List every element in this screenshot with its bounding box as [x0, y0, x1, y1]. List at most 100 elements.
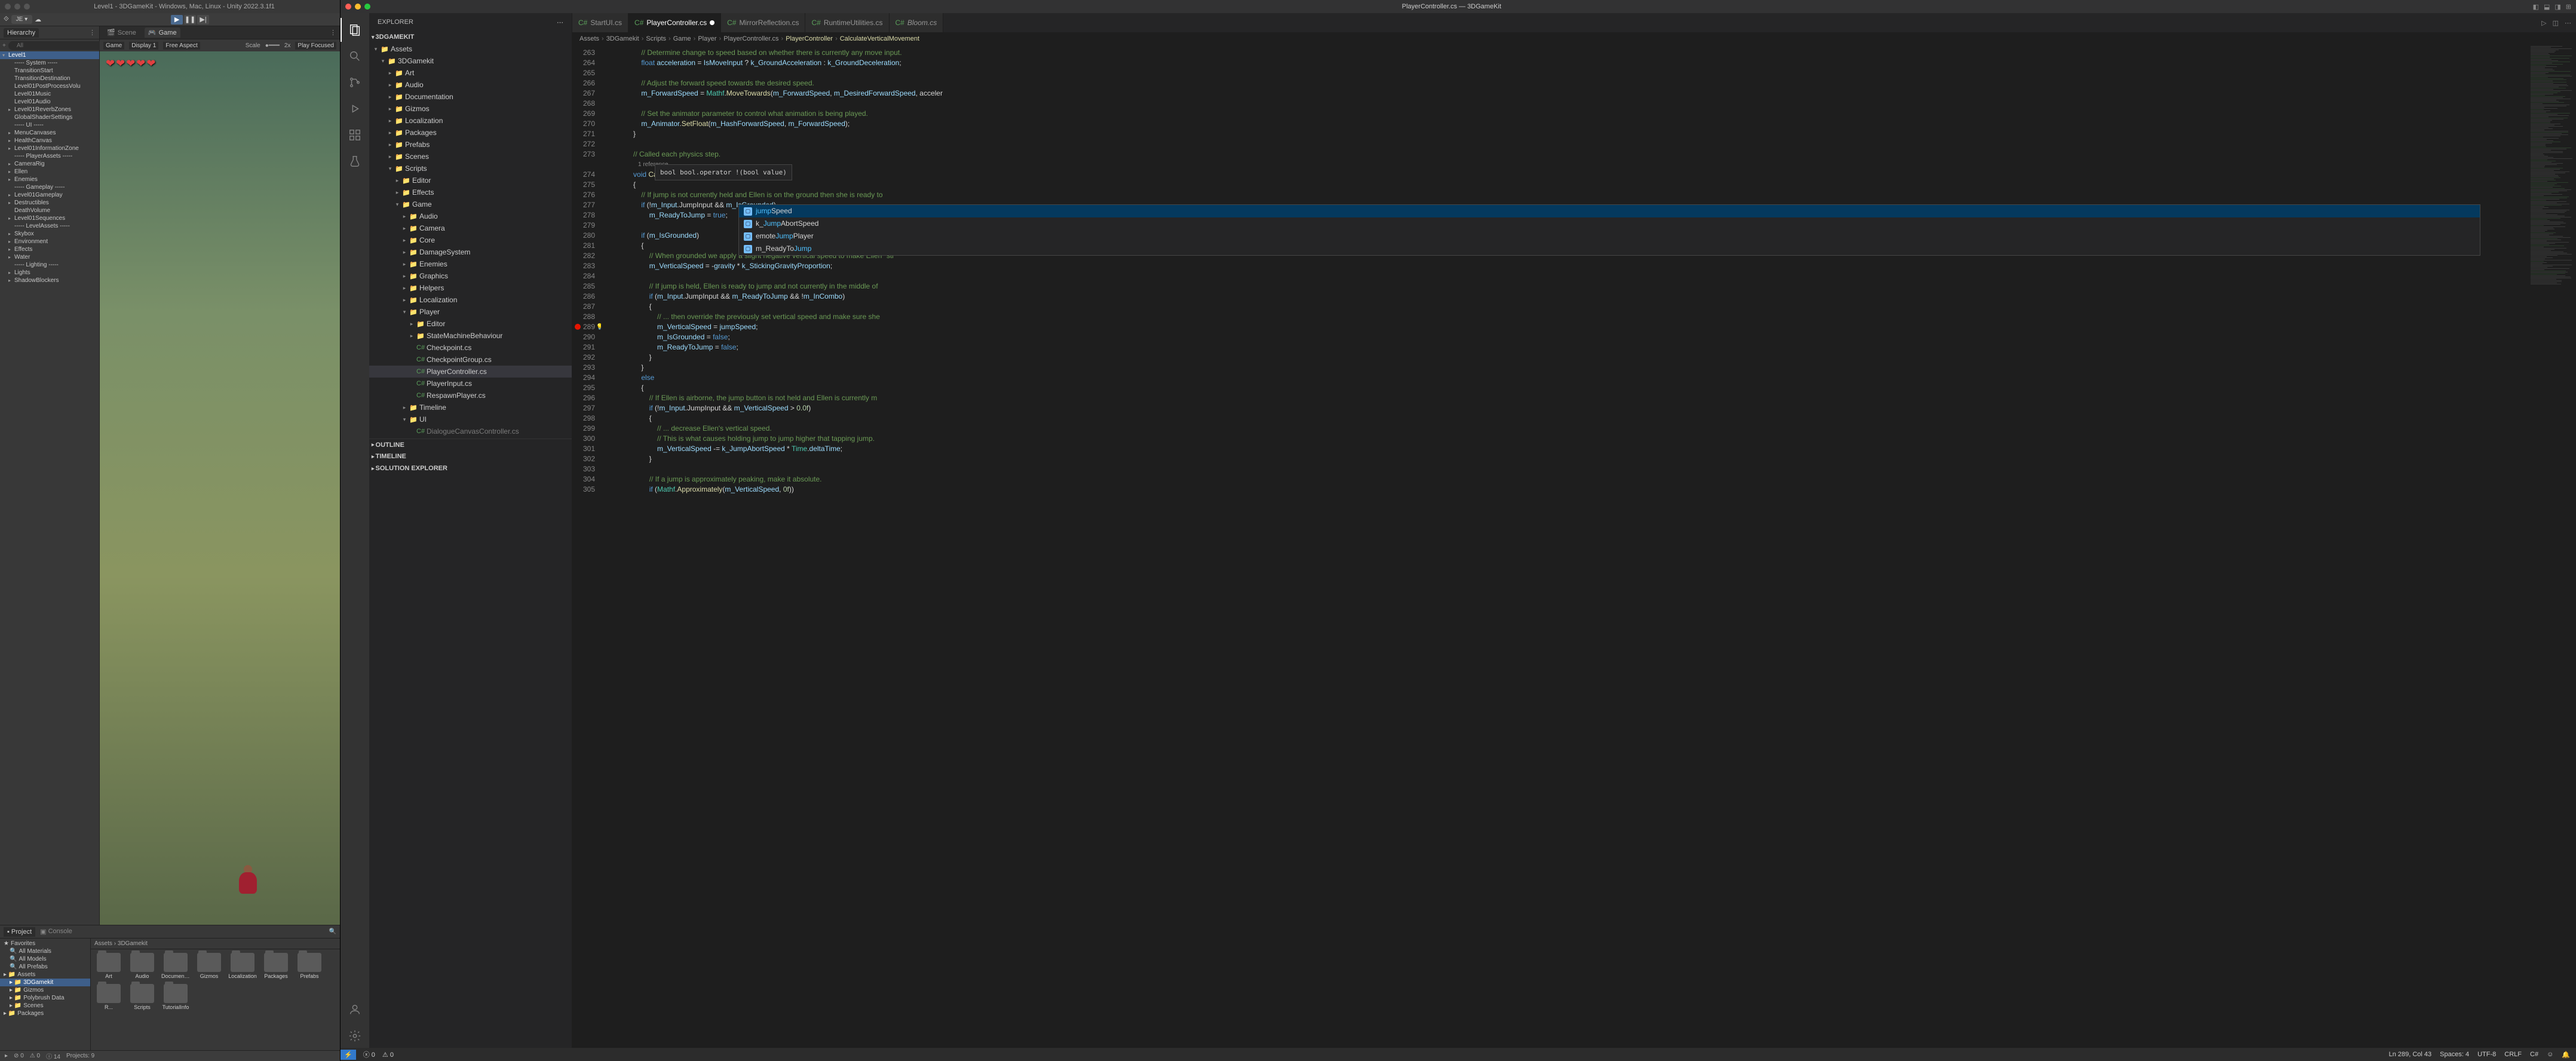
- hierarchy-node[interactable]: TransitionStart: [0, 67, 99, 75]
- project-breadcrumb[interactable]: Assets › 3DGamekit: [91, 939, 340, 949]
- folder-node[interactable]: ▸📁Helpers: [369, 282, 572, 294]
- suggestion-item[interactable]: ▢m_ReadyToJump: [739, 243, 2480, 255]
- error-count[interactable]: ⊘ 0: [14, 1053, 24, 1059]
- hierarchy-node[interactable]: GlobalShaderSettings: [0, 114, 99, 121]
- hierarchy-node[interactable]: ▸MenuCanvases: [0, 129, 99, 137]
- timeline-section[interactable]: TIMELINE: [376, 453, 406, 460]
- code-content[interactable]: // Determine change to speed based on wh…: [601, 45, 2528, 1048]
- breadcrumb-item[interactable]: PlayerController.cs: [723, 35, 778, 42]
- debug-icon[interactable]: [341, 97, 369, 121]
- project-folder[interactable]: Art: [94, 953, 123, 979]
- project-folder[interactable]: Document...: [161, 953, 190, 979]
- breadcrumb-item[interactable]: Game: [673, 35, 691, 42]
- project-folder[interactable]: R...: [94, 984, 123, 1010]
- folder-node[interactable]: ▸📁StateMachineBehaviour: [369, 330, 572, 342]
- file-node[interactable]: C#CheckpointGroup.cs: [369, 354, 572, 366]
- editor-tab[interactable]: C#StartUI.cs: [572, 13, 628, 32]
- layout-bottom-icon[interactable]: ⬓: [2544, 3, 2550, 11]
- layout-left-icon[interactable]: ◧: [2533, 3, 2539, 11]
- hierarchy-node[interactable]: ▸Destructibles: [0, 199, 99, 207]
- history-icon[interactable]: ⟐: [4, 16, 9, 23]
- eol[interactable]: CRLF: [2504, 1051, 2522, 1059]
- layout-full-icon[interactable]: ⊞: [2566, 3, 2571, 11]
- hierarchy-node[interactable]: ▸Level01ReverbZones: [0, 106, 99, 114]
- folder-node[interactable]: ▾📁UI: [369, 413, 572, 425]
- file-node[interactable]: C#PlayerInput.cs: [369, 378, 572, 390]
- folder-node[interactable]: ▸📁Graphics: [369, 270, 572, 282]
- project-tree-node[interactable]: ★Favorites: [0, 940, 90, 947]
- folder-node[interactable]: ▾📁3DGamekit: [369, 55, 572, 67]
- hierarchy-node[interactable]: Level01PostProcessVolu: [0, 82, 99, 90]
- folder-node[interactable]: ▸📁Documentation: [369, 91, 572, 103]
- folder-node[interactable]: ▸📁Localization: [369, 115, 572, 127]
- hierarchy-node[interactable]: ----- Gameplay -----: [0, 183, 99, 191]
- encoding[interactable]: UTF-8: [2477, 1051, 2496, 1059]
- layout-right-icon[interactable]: ◨: [2554, 3, 2560, 11]
- hierarchy-node[interactable]: ▸Level01Sequences: [0, 214, 99, 222]
- problems-errors[interactable]: ⓧ 0: [363, 1050, 375, 1059]
- line-gutter[interactable]: 263264265266267268269270271272273 274275…: [572, 45, 601, 1048]
- hierarchy-node[interactable]: ----- LevelAssets -----: [0, 222, 99, 230]
- scene-tab[interactable]: 🎬 Scene: [103, 27, 140, 38]
- hierarchy-node[interactable]: ▸ShadowBlockers: [0, 277, 99, 284]
- workspace-root[interactable]: 3DGAMEKIT: [376, 33, 415, 41]
- notifications-icon[interactable]: 🔔: [2562, 1051, 2570, 1059]
- project-folder[interactable]: TutorialInfo: [161, 984, 190, 1010]
- scm-icon[interactable]: [341, 70, 369, 94]
- folder-node[interactable]: ▾📁Scripts: [369, 162, 572, 174]
- file-node[interactable]: C#DialogueCanvasController.cs: [369, 425, 572, 437]
- suggestion-item[interactable]: ▢jumpSpeed: [739, 205, 2480, 217]
- breadcrumb-item[interactable]: PlayerController: [786, 35, 833, 42]
- pause-button[interactable]: ❚❚: [184, 15, 196, 24]
- extensions-icon[interactable]: [341, 123, 369, 147]
- language-mode[interactable]: C#: [2530, 1051, 2538, 1059]
- run-icon[interactable]: ▷: [2541, 19, 2546, 27]
- suggestion-item[interactable]: ▢emoteJumpPlayer: [739, 230, 2480, 243]
- play-button[interactable]: ▶: [171, 15, 183, 24]
- file-node[interactable]: C#PlayerController.cs: [369, 366, 572, 378]
- folder-node[interactable]: ▸📁Packages: [369, 127, 572, 139]
- project-tree-node[interactable]: ▸ 📁Polybrush Data: [0, 994, 90, 1002]
- hierarchy-node[interactable]: ----- System -----: [0, 59, 99, 67]
- folder-node[interactable]: ▸📁Gizmos: [369, 103, 572, 115]
- cursor-position[interactable]: Ln 289, Col 43: [2389, 1051, 2432, 1059]
- info-count[interactable]: ⓘ 14: [46, 1051, 60, 1060]
- folder-node[interactable]: ▸📁Art: [369, 67, 572, 79]
- editor-tab[interactable]: C#PlayerController.cs: [628, 13, 721, 32]
- project-grid[interactable]: ArtAudioDocument...GizmosLocalizationPac…: [91, 949, 340, 1050]
- project-tree-node[interactable]: 🔍All Prefabs: [0, 963, 90, 971]
- folder-node[interactable]: ▸📁DamageSystem: [369, 246, 572, 258]
- folder-node[interactable]: ▾📁Game: [369, 198, 572, 210]
- project-tree-node[interactable]: 🔍All Materials: [0, 947, 90, 955]
- indent-setting[interactable]: Spaces: 4: [2440, 1051, 2469, 1059]
- file-tree[interactable]: ▾📁Assets▾📁3DGamekit▸📁Art▸📁Audio▸📁Documen…: [369, 43, 572, 437]
- warning-count[interactable]: ⚠ 0: [30, 1053, 40, 1059]
- search-icon[interactable]: [341, 44, 369, 68]
- account-icon[interactable]: [341, 998, 369, 1022]
- folder-node[interactable]: ▸📁Scenes: [369, 151, 572, 162]
- hierarchy-node[interactable]: ▸Lights: [0, 269, 99, 277]
- folder-node[interactable]: ▸📁Effects: [369, 186, 572, 198]
- add-icon[interactable]: +: [2, 42, 6, 49]
- editor-tabs[interactable]: C#StartUI.csC#PlayerController.csC#Mirro…: [572, 13, 2576, 32]
- hierarchy-tab[interactable]: Hierarchy: [4, 28, 39, 38]
- file-node[interactable]: C#RespawnPlayer.cs: [369, 390, 572, 401]
- game-view[interactable]: ❤❤❤❤❤: [100, 51, 340, 925]
- step-button[interactable]: ▶|: [197, 15, 209, 24]
- project-folder[interactable]: Prefabs: [295, 953, 324, 979]
- project-tree-node[interactable]: 🔍All Models: [0, 955, 90, 963]
- hierarchy-node[interactable]: ▸Environment: [0, 238, 99, 246]
- testing-icon[interactable]: [341, 149, 369, 173]
- suggestion-item[interactable]: ▢k_JumpAbortSpeed: [739, 217, 2480, 230]
- project-folder[interactable]: Scripts: [128, 984, 157, 1010]
- folder-node[interactable]: ▸📁Enemies: [369, 258, 572, 270]
- breadcrumb-item[interactable]: Player: [698, 35, 716, 42]
- project-folder[interactable]: Audio: [128, 953, 157, 979]
- folder-node[interactable]: ▸📁Editor: [369, 318, 572, 330]
- editor-tab[interactable]: C#RuntimeUtilities.cs: [805, 13, 889, 32]
- minimap[interactable]: [2528, 45, 2576, 1048]
- solution-section[interactable]: SOLUTION EXPLORER: [376, 465, 447, 472]
- hierarchy-tree[interactable]: ▾Level1----- System -----TransitionStart…: [0, 51, 99, 925]
- explorer-menu-icon[interactable]: ⋯: [557, 19, 563, 26]
- project-tab[interactable]: ▪ Project: [4, 927, 35, 937]
